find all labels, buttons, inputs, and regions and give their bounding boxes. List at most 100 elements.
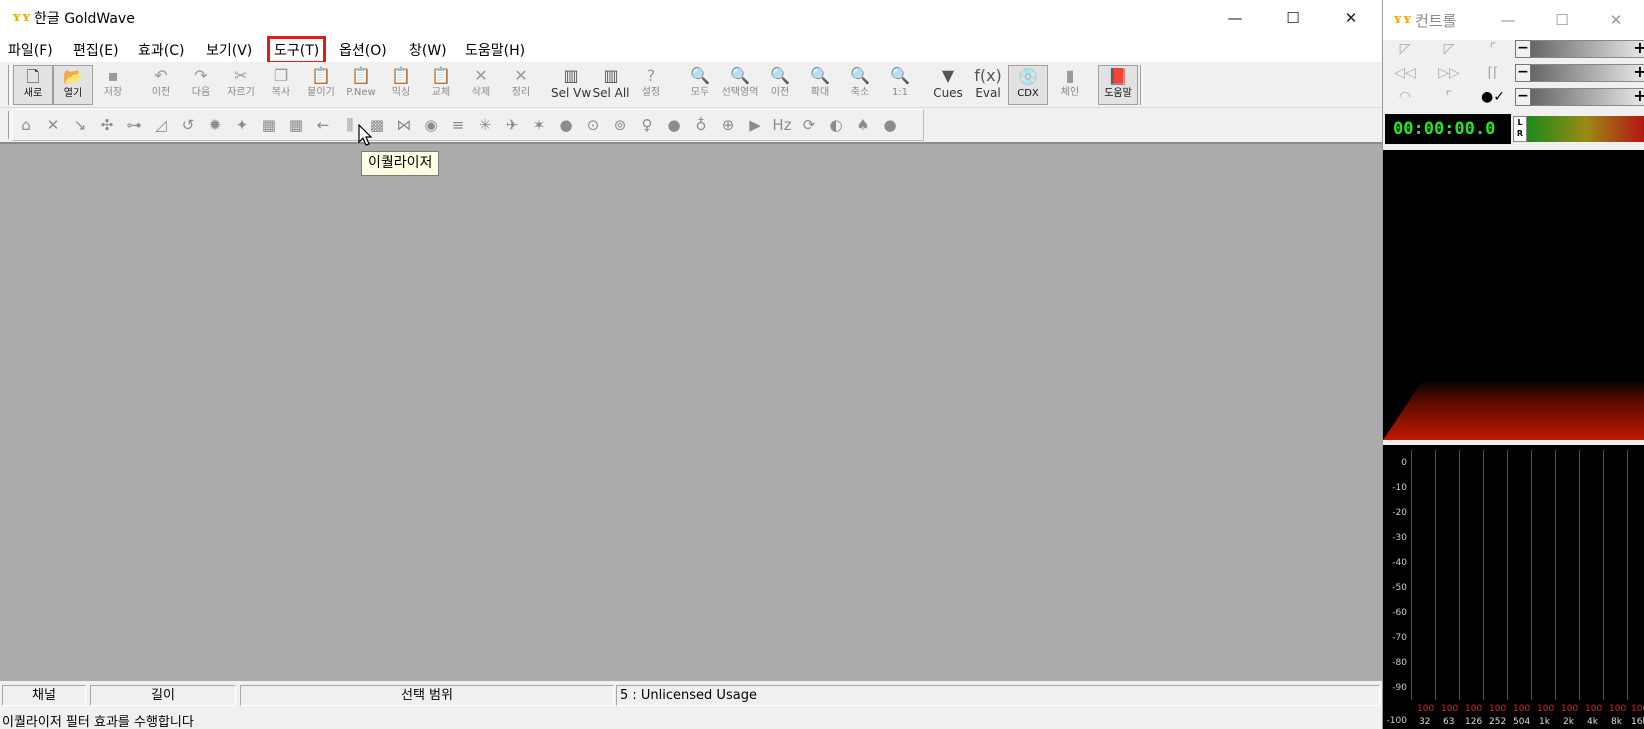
- stereo-icon[interactable]: ♠: [851, 115, 875, 135]
- doppler-icon[interactable]: ⌂: [14, 115, 38, 135]
- eval-button[interactable]: f(x) Eval: [968, 65, 1008, 105]
- volume-match-icon[interactable]: ●: [662, 115, 686, 135]
- menu-options[interactable]: 옵션(O): [336, 40, 390, 60]
- trim-button[interactable]: ✕ 정리: [501, 65, 541, 105]
- time-icon[interactable]: ●: [878, 115, 902, 135]
- minimize-button[interactable]: —: [1206, 0, 1264, 36]
- menu-effects[interactable]: 효과(C): [135, 40, 187, 60]
- expand-icon[interactable]: ✣: [95, 115, 119, 135]
- fast-forward-button[interactable]: ▷▷: [1429, 62, 1469, 84]
- toolbar-grip[interactable]: [8, 65, 11, 105]
- chain-button[interactable]: ▮ 체인: [1050, 65, 1090, 105]
- speed-slider[interactable]: [1515, 88, 1644, 106]
- pan-icon[interactable]: ⊕: [716, 115, 740, 135]
- redo-button[interactable]: ↷ 다음: [181, 65, 221, 105]
- sound-workspace[interactable]: [0, 142, 1382, 681]
- play-all-button[interactable]: ◸: [1385, 38, 1425, 60]
- menu-tools[interactable]: 도구(T): [266, 36, 327, 64]
- zoom-in-button[interactable]: 🔍 확대: [800, 65, 840, 105]
- spectrum-filter-icon[interactable]: ⟳: [797, 115, 821, 135]
- pitch-icon[interactable]: Hz: [770, 115, 794, 135]
- reverb-icon[interactable]: ⊚: [608, 115, 632, 135]
- control-maximize-button[interactable]: ☐: [1535, 0, 1589, 40]
- maximize-button[interactable]: ☐: [1264, 0, 1322, 36]
- zoom-1-1-button[interactable]: 🔍 1:1: [880, 65, 920, 105]
- eval-icon: f(x): [974, 66, 1002, 85]
- mechanize-icon[interactable]: ⋈: [392, 115, 416, 135]
- speed-plus-button[interactable]: +: [1633, 88, 1644, 106]
- noise-reduction-icon[interactable]: ◉: [419, 115, 443, 135]
- volume-plus-button[interactable]: +: [1633, 40, 1644, 58]
- save-button[interactable]: ▪ 저장: [93, 65, 133, 105]
- cues-label: Cues: [933, 86, 963, 100]
- help-button[interactable]: 📕 도움말: [1098, 65, 1138, 105]
- band-value: 100: [1489, 704, 1507, 714]
- zoom-all-button[interactable]: 🔍 모두: [680, 65, 720, 105]
- effects-toolbar-grip[interactable]: [8, 111, 11, 139]
- volume-minus-button[interactable]: −: [1515, 40, 1531, 58]
- delete-button[interactable]: ✕ 삭제: [461, 65, 501, 105]
- band-value: 100: [1609, 704, 1627, 714]
- zoom-previous-button[interactable]: 🔍 이전: [760, 65, 800, 105]
- new-button[interactable]: 🗋 새로: [13, 65, 53, 105]
- invert-icon[interactable]: ●: [554, 115, 578, 135]
- menu-view[interactable]: 보기(V): [203, 40, 255, 60]
- dynamics-icon[interactable]: ✦: [230, 115, 254, 135]
- play-selection-button[interactable]: ◸: [1429, 38, 1469, 60]
- grid-filter-icon[interactable]: ▦: [284, 115, 308, 135]
- speed-minus-button[interactable]: −: [1515, 88, 1531, 106]
- menu-file[interactable]: 파일(F): [5, 40, 56, 60]
- mix-button[interactable]: 📋 믹싱: [381, 65, 421, 105]
- cues-button[interactable]: ▼ Cues: [928, 65, 968, 105]
- resample-icon[interactable]: ⊙: [581, 115, 605, 135]
- volume-slider[interactable]: [1515, 40, 1644, 58]
- pop-click-icon[interactable]: ✳: [473, 115, 497, 135]
- undo-button[interactable]: ↶ 이전: [141, 65, 181, 105]
- menu-window[interactable]: 창(W): [406, 40, 450, 60]
- control-close-button[interactable]: ✕: [1589, 0, 1643, 40]
- paste-new-button[interactable]: 📋 P.New: [341, 65, 381, 105]
- silence-icon[interactable]: ◐: [824, 115, 848, 135]
- fade-out-icon[interactable]: ↘: [68, 115, 92, 135]
- offset-icon[interactable]: ←: [311, 115, 335, 135]
- frequency-label: 2k: [1563, 717, 1574, 727]
- playback-rate-icon[interactable]: ▶: [743, 115, 767, 135]
- menu-edit[interactable]: 편집(E): [70, 40, 122, 60]
- copy-button[interactable]: ❐ 복사: [261, 65, 301, 105]
- paste-button[interactable]: 📋 붙이기: [301, 65, 341, 105]
- shape-volume-icon[interactable]: ◿: [149, 115, 173, 135]
- close-button[interactable]: ✕: [1322, 0, 1380, 36]
- cut-button[interactable]: ✂ 자르기: [221, 65, 261, 105]
- filter-table-icon[interactable]: ▦: [257, 115, 281, 135]
- balance-minus-button[interactable]: −: [1515, 64, 1531, 82]
- menu-help[interactable]: 도움말(H): [462, 40, 528, 60]
- band-value: 100: [1631, 704, 1644, 714]
- pause-button[interactable]: ⌈⌈: [1473, 62, 1513, 84]
- flanger-icon[interactable]: ✈: [500, 115, 524, 135]
- select-all-button[interactable]: ▥ Sel All: [591, 65, 631, 105]
- volume-change-icon[interactable]: ♀: [635, 115, 659, 135]
- rewind-button[interactable]: ◁◁: [1385, 62, 1425, 84]
- replace-button[interactable]: 📋 교체: [421, 65, 461, 105]
- balance-plus-button[interactable]: +: [1633, 64, 1644, 82]
- distortion-icon[interactable]: ✹: [203, 115, 227, 135]
- channel-mixer-icon[interactable]: ✕: [41, 115, 65, 135]
- volume-shape-icon[interactable]: ♁: [689, 115, 713, 135]
- balance-slider[interactable]: [1515, 64, 1644, 82]
- reverse-icon[interactable]: ↺: [176, 115, 200, 135]
- open-button[interactable]: 📂 열기: [53, 65, 93, 105]
- play-view-button[interactable]: ⌜: [1473, 38, 1513, 60]
- record-button[interactable]: ●✓: [1473, 86, 1513, 108]
- stop-button[interactable]: ⌜: [1429, 86, 1469, 108]
- control-minimize-button[interactable]: —: [1481, 0, 1535, 40]
- copy-label: 복사: [271, 87, 291, 98]
- loop-button[interactable]: ◠: [1385, 86, 1425, 108]
- time-warp-icon[interactable]: ⊶: [122, 115, 146, 135]
- set-button[interactable]: ? 설정: [631, 65, 671, 105]
- select-view-button[interactable]: ▥ Sel Vw: [551, 65, 591, 105]
- zoom-out-button[interactable]: 🔍 축소: [840, 65, 880, 105]
- echo-icon[interactable]: ✶: [527, 115, 551, 135]
- parametric-eq-icon[interactable]: ≡: [446, 115, 470, 135]
- zoom-selection-button[interactable]: 🔍 선택영역: [720, 65, 760, 105]
- cdx-button[interactable]: 💿 CDX: [1008, 65, 1048, 105]
